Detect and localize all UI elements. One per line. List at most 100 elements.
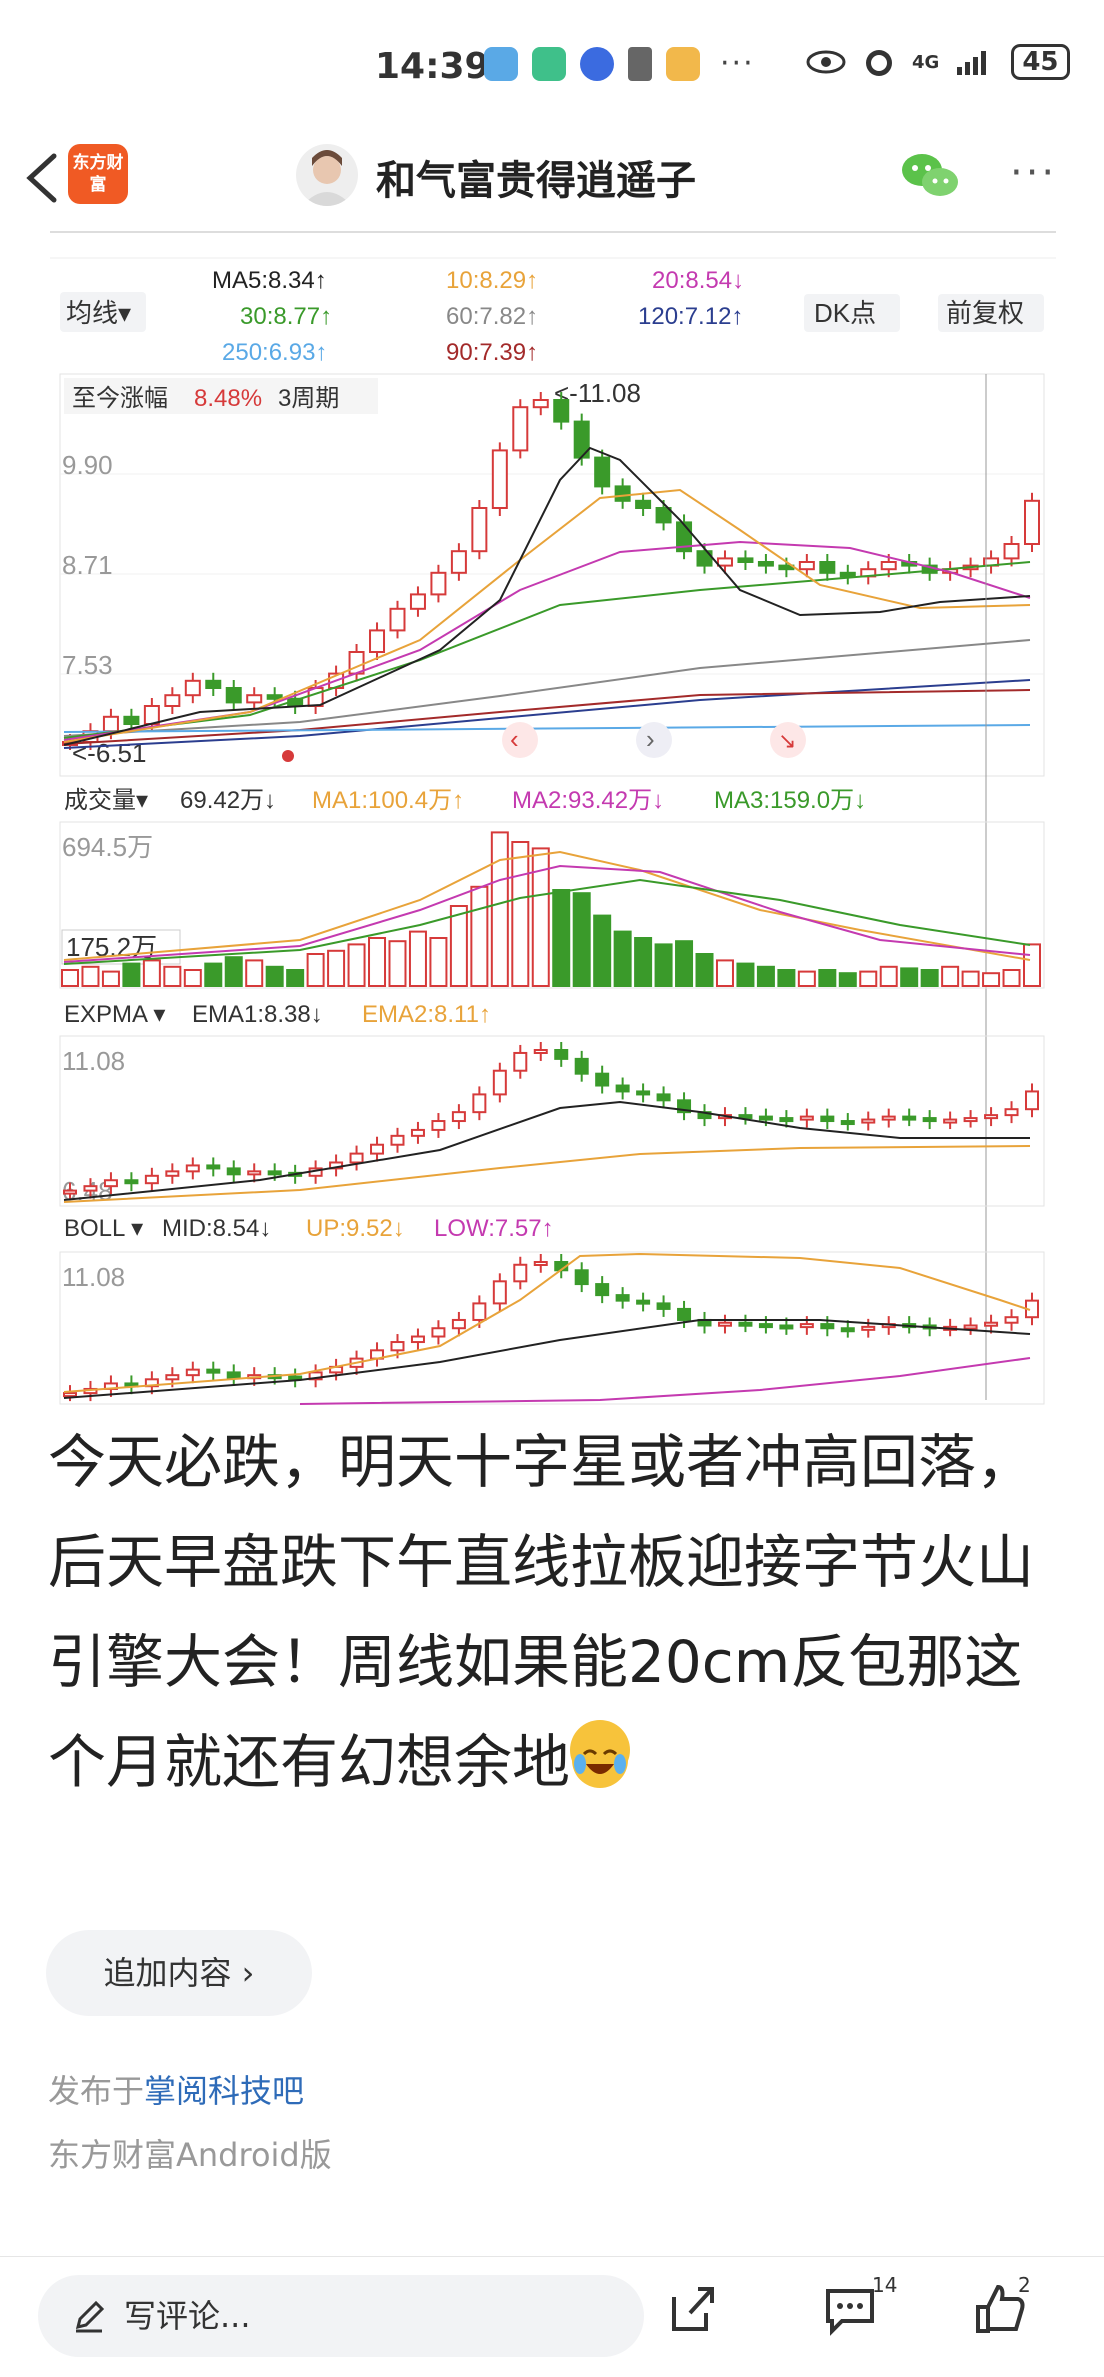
candle-body — [512, 406, 529, 452]
ma5-label: MA5:8.34↑ — [212, 267, 327, 294]
vol-top-tick: 694.5万 — [62, 832, 153, 862]
kline-chart-svg[interactable]: 均线▾ MA5:8.34↑ 10:8.29↑ 20:8.54↓ 30:8.77↑… — [0, 230, 1104, 1410]
prev-arrow-glyph: ‹ — [510, 724, 519, 754]
ma10-line — [63, 488, 1031, 743]
candle-body — [226, 1371, 241, 1379]
volume-bar — [368, 937, 387, 987]
volume-bar — [715, 959, 734, 988]
stock-chart[interactable]: 均线▾ MA5:8.34↑ 10:8.29↑ 20:8.54↓ 30:8.77↑… — [0, 230, 1104, 1410]
dk-button[interactable]: DK点 — [814, 298, 876, 328]
volume-bar — [859, 970, 878, 987]
comment-icon[interactable] — [820, 2279, 880, 2339]
ma20-label: 20:8.54↓ — [652, 267, 744, 294]
candle-body — [267, 1170, 282, 1176]
volume-bar — [818, 969, 837, 987]
prev-arrow-icon[interactable] — [502, 722, 538, 758]
volume-bar — [941, 965, 960, 987]
ma60-label: 60:7.82↑ — [446, 303, 538, 330]
eye-icon — [806, 50, 846, 74]
candle-body — [184, 679, 201, 697]
add-content-button[interactable]: 追加内容 › — [46, 1930, 312, 2016]
candle-body — [226, 1167, 241, 1176]
gain-period: 3周期 — [278, 385, 339, 412]
share-icon[interactable] — [664, 2279, 724, 2339]
shield-app-icon — [532, 46, 566, 81]
candle-body — [389, 607, 406, 632]
volume-bar — [920, 969, 939, 987]
candle-body — [984, 1321, 999, 1327]
volume-bar — [1002, 969, 1021, 987]
candle-body — [206, 1368, 221, 1374]
notification-icons: ··· — [484, 46, 755, 81]
alarm-icon — [866, 50, 892, 76]
volume-bar — [490, 831, 509, 988]
volume-bar — [654, 943, 673, 988]
vol-toggle[interactable]: 成交量▾ — [64, 787, 148, 814]
candle-body — [185, 1164, 200, 1173]
candle-body — [656, 1302, 671, 1310]
candle-body — [758, 1323, 773, 1329]
adjust-button[interactable]: 前复权 — [946, 298, 1024, 328]
candle-body — [840, 1120, 855, 1126]
volume-bar — [982, 972, 1001, 988]
boll-low-line — [299, 1357, 1031, 1405]
author-name[interactable]: 和气富贵得逍遥子 — [376, 148, 696, 206]
candle-body — [1004, 1316, 1019, 1324]
candle-body — [430, 571, 447, 596]
avatar[interactable] — [296, 144, 358, 206]
candle-body — [614, 485, 631, 502]
expma-toggle[interactable]: EXPMA ▾ — [64, 1001, 165, 1028]
candle-body — [779, 1324, 794, 1330]
bar-link[interactable]: 掌阅科技吧 — [144, 2072, 304, 2110]
volume-bar — [163, 965, 182, 987]
boll-top-tick: 11.08 — [62, 1262, 125, 1292]
candle-body — [737, 557, 754, 564]
comment-input[interactable]: 写评论... — [38, 2275, 644, 2357]
candle-body — [574, 1269, 589, 1286]
ema2-line — [63, 1145, 1031, 1203]
signal-icon — [957, 51, 987, 75]
back-arrow-icon[interactable] — [18, 148, 68, 208]
candle-body — [839, 571, 856, 578]
weather-app-icon — [666, 46, 700, 81]
volume-bar — [552, 889, 571, 987]
volume-bar — [695, 953, 714, 987]
volume-bar — [838, 972, 857, 988]
candle-body — [595, 1072, 610, 1087]
boll-toggle[interactable]: BOLL ▾ — [64, 1215, 143, 1242]
candle-body — [185, 1368, 200, 1377]
candle-body — [615, 1294, 630, 1302]
app-logo[interactable]: 东方财富 — [68, 144, 128, 204]
candle-body — [103, 1179, 118, 1188]
candle-body — [63, 1189, 77, 1195]
battery-icon: 45 — [1011, 44, 1070, 80]
ema2-label: EMA2:8.11↑ — [362, 1001, 491, 1028]
volume-bar — [797, 970, 816, 987]
candle-body — [963, 1117, 978, 1123]
candle-body — [922, 1117, 937, 1123]
volume-bars — [61, 831, 1041, 988]
candle-body — [757, 561, 774, 567]
candle-body — [471, 507, 488, 553]
candle-body — [165, 1374, 180, 1381]
candle-body — [431, 1120, 446, 1131]
candle-body — [881, 1115, 896, 1121]
ma90-line — [63, 689, 1031, 745]
header-more-icon[interactable]: ··· — [1010, 150, 1057, 196]
candle-body — [758, 1115, 773, 1121]
boll-mid-line — [63, 1319, 1031, 1399]
volume-bar — [81, 965, 100, 987]
candle-body — [677, 1307, 692, 1321]
candle-body — [820, 1115, 835, 1123]
candle-body — [1004, 1108, 1019, 1117]
candle-body — [410, 1335, 425, 1344]
candle-body — [655, 507, 672, 524]
expma-top-tick: 11.08 — [62, 1046, 125, 1076]
wechat-share-icon[interactable] — [900, 150, 960, 202]
ma-toggle[interactable]: 均线▾ — [66, 298, 131, 328]
ma250-line — [63, 724, 1031, 733]
volume-bar — [408, 930, 427, 987]
candle-body — [247, 1170, 262, 1176]
volume-bar — [347, 943, 366, 988]
ma120-label: 120:7.12↑ — [638, 303, 743, 330]
